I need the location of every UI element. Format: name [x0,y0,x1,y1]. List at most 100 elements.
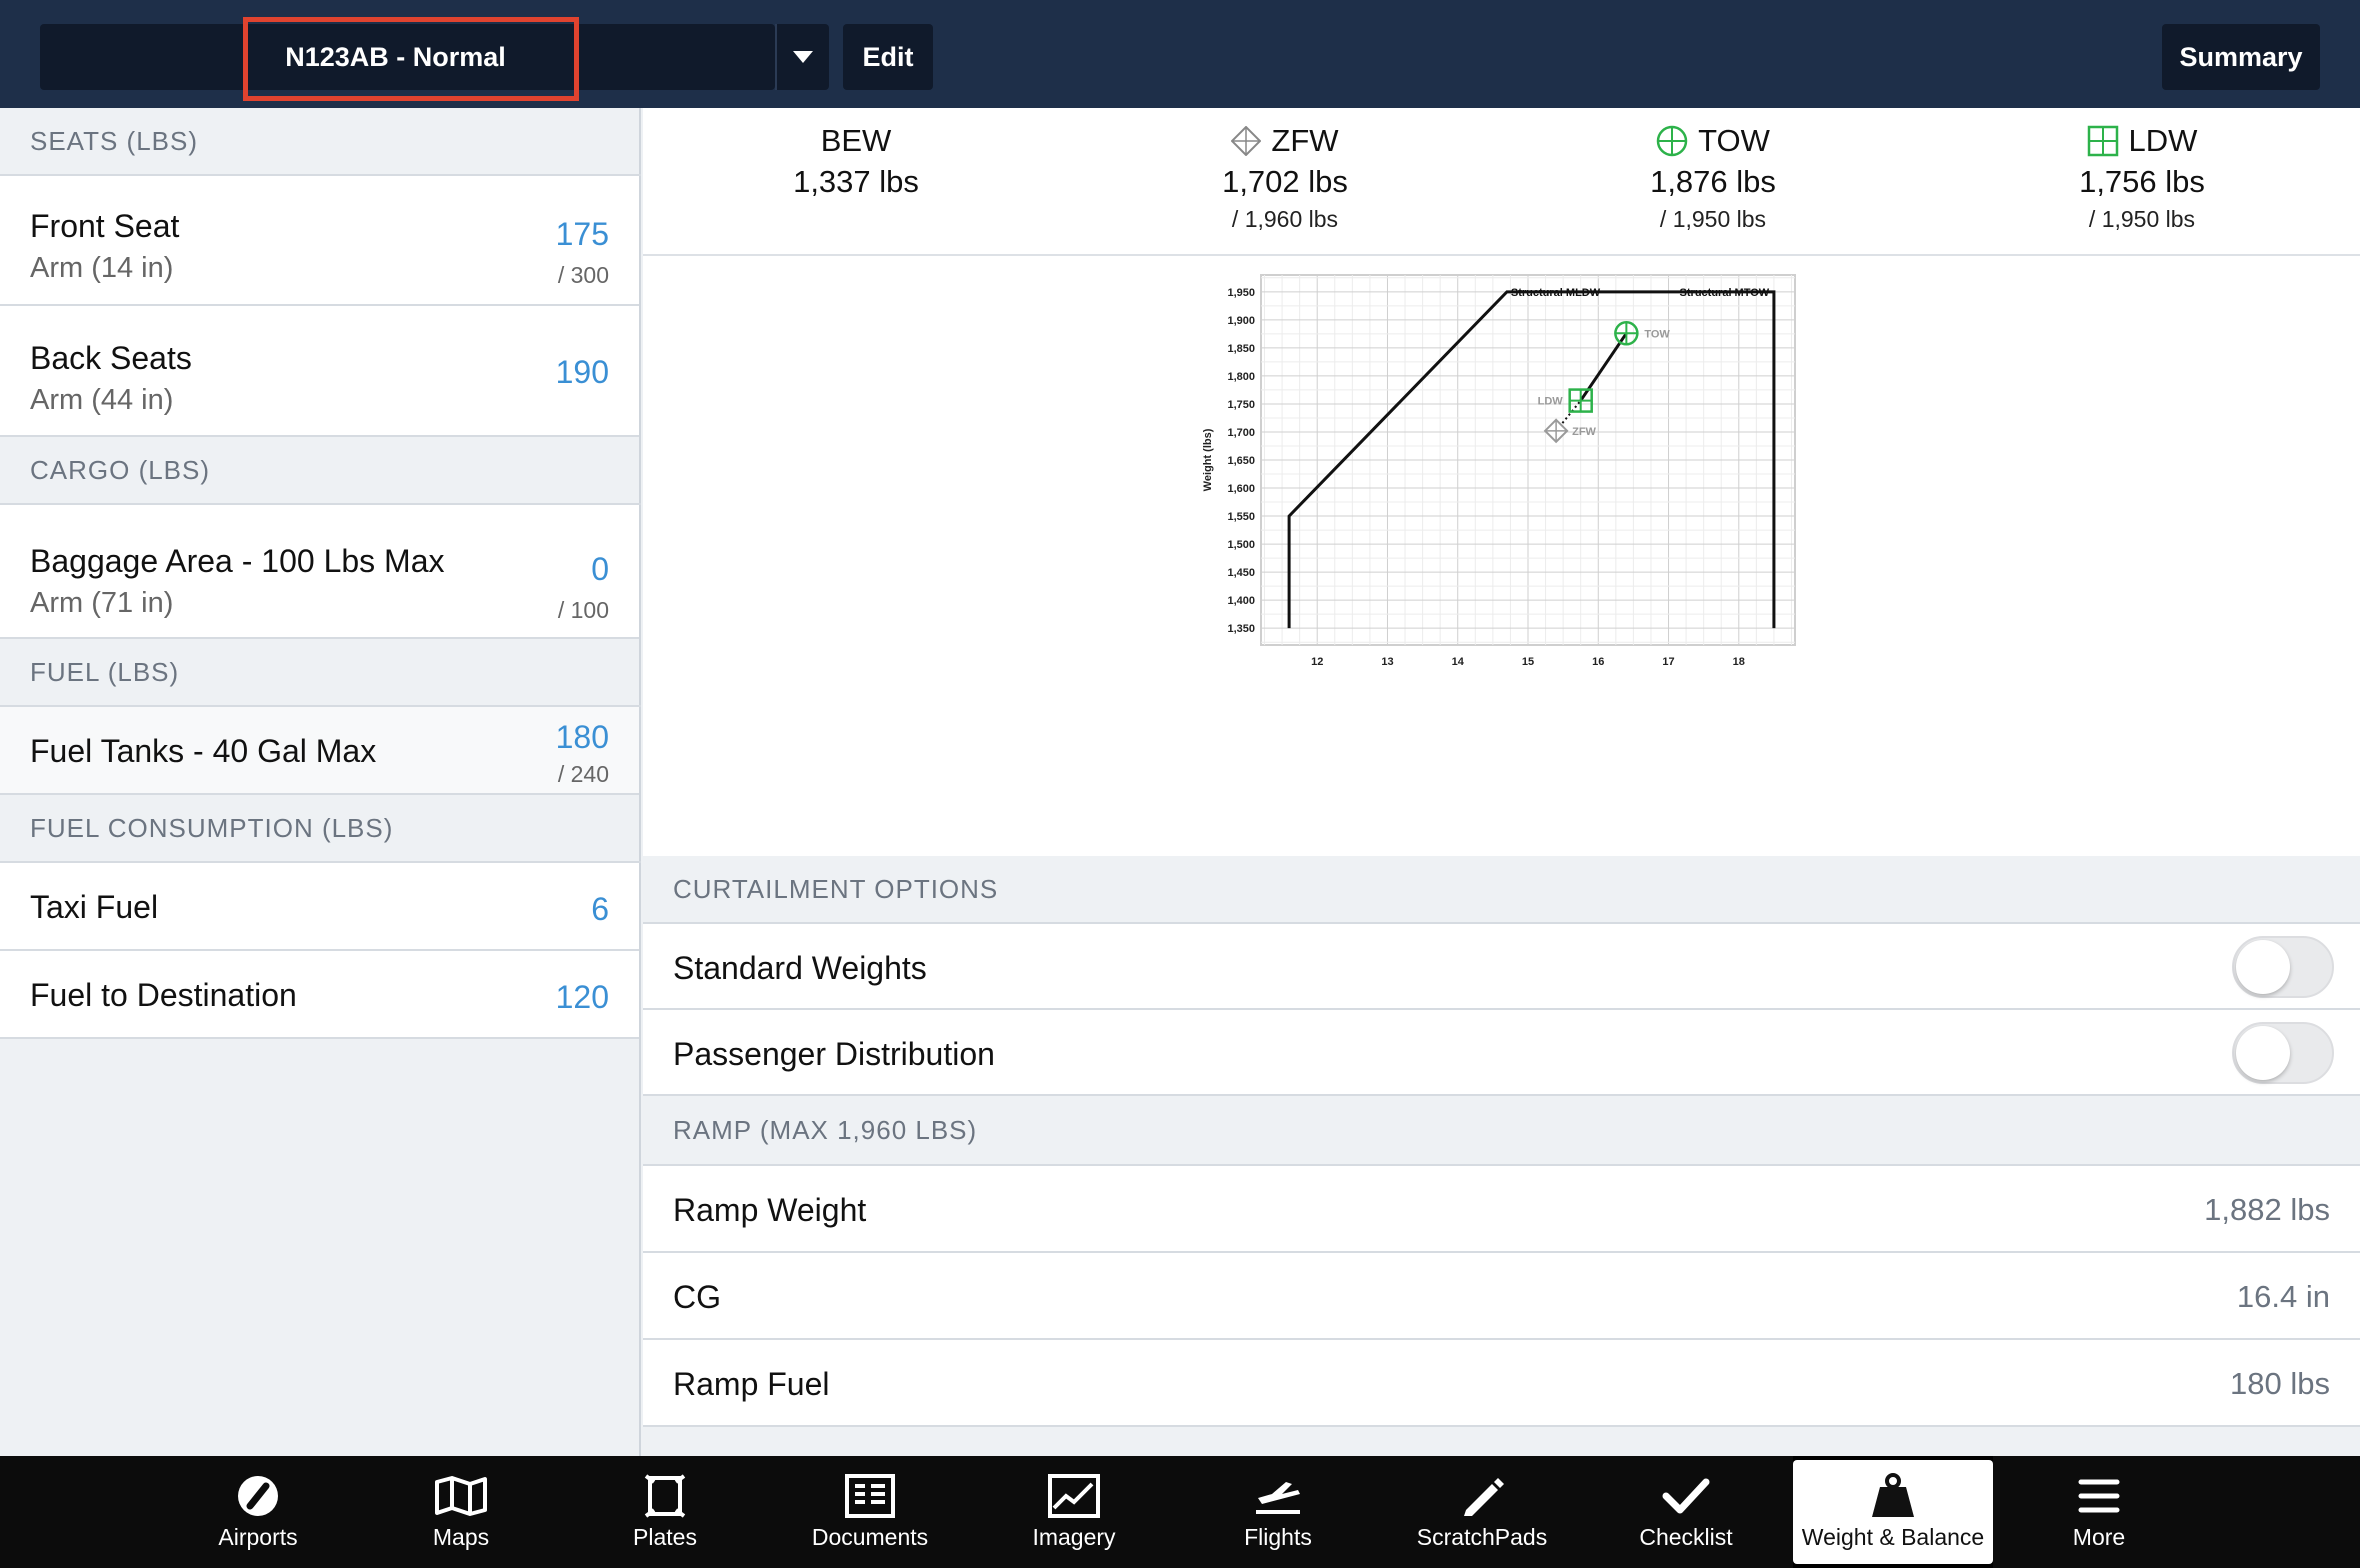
tab-weight-balance[interactable]: Weight & Balance [1793,1456,1993,1568]
ldw-value: 1,756 lbs [2079,164,2205,199]
y-axis-label: Weight (lbs) [1202,428,1214,491]
maps-icon [361,1466,561,1526]
ldw-square-icon [2087,125,2118,157]
front-seat-value[interactable]: 175 [556,216,609,253]
edit-button[interactable]: Edit [843,24,933,90]
ramp-weight-row: Ramp Weight 1,882 lbs [643,1166,2360,1253]
back-seats-value[interactable]: 190 [556,354,609,391]
back-seats-row[interactable]: Back Seats Arm (44 in) 190 [0,306,639,437]
checklist-icon [1586,1466,1786,1526]
bew-stat: BEW 1,337 lbs [706,122,1006,200]
ldw-point-label: LDW [1538,396,1564,408]
standard-weights-row: Standard Weights [643,924,2360,1010]
taxi-fuel-value[interactable]: 6 [591,891,609,928]
ldw-max: / 1,950 lbs [2088,206,2196,232]
tab-documents[interactable]: Documents [770,1456,970,1568]
weight-summary: BEW 1,337 lbs ZFW 1,702 lbs / 1,960 lbs … [643,108,2360,256]
results-panel: BEW 1,337 lbs ZFW 1,702 lbs / 1,960 lbs … [643,108,2360,1456]
fuel-tanks-max: / 240 [557,761,609,787]
tab-imagery[interactable]: Imagery [974,1456,1174,1568]
zfw-max: / 1,960 lbs [1231,206,1339,232]
fuel-to-destination-value[interactable]: 120 [556,979,609,1016]
fuel-to-destination-title: Fuel to Destination [30,977,297,1013]
y-tick-label: 1,400 [1227,595,1255,607]
x-tick-label: 15 [1522,656,1534,668]
tab-label: More [2072,1524,2126,1550]
tab-label: Plates [633,1524,697,1550]
y-tick-label: 1,950 [1227,287,1255,299]
fuel-tanks-value[interactable]: 180 [556,719,609,756]
ramp-fuel-label: Ramp Fuel [673,1366,830,1402]
weight-balance-icon [1793,1466,1993,1526]
fuel-tanks-row[interactable]: Fuel Tanks - 40 Gal Max 180 / 240 [0,707,639,795]
tab-label: ScratchPads [1416,1524,1548,1550]
zfw-diamond-icon [1231,126,1262,156]
fuel-to-destination-row[interactable]: Fuel to Destination 120 [0,951,639,1039]
baggage-row[interactable]: Baggage Area - 100 Lbs Max Arm (71 in) 0… [0,505,639,639]
profile-dropdown-button[interactable] [775,24,829,90]
baggage-max: / 100 [557,597,609,623]
bew-value: 1,337 lbs [793,164,919,199]
curtailment-header: CURTAILMENT OPTIONS [643,856,2360,924]
ramp-weight-label: Ramp Weight [673,1192,867,1228]
fuel-tanks-title: Fuel Tanks - 40 Gal Max [30,733,377,769]
y-tick-label: 1,850 [1227,343,1255,355]
summary-button[interactable]: Summary [2162,24,2320,90]
taxi-fuel-row[interactable]: Taxi Fuel 6 [0,863,639,951]
more-icon [1999,1466,2199,1526]
y-tick-label: 1,600 [1227,483,1255,495]
back-seats-arm: Arm (44 in) [30,384,174,416]
baggage-value[interactable]: 0 [591,551,609,588]
bottom-tab-bar: Airports Maps Plates Documents Imagery F… [0,1456,2360,1568]
zfw-label: ZFW [1271,123,1339,158]
standard-weights-toggle[interactable] [2232,936,2334,998]
y-tick-label: 1,350 [1227,623,1255,635]
y-tick-label: 1,700 [1227,427,1255,439]
toggle-knob [2236,1026,2290,1080]
cg-row: CG 16.4 in [643,1253,2360,1340]
y-tick-label: 1,750 [1227,399,1255,411]
structural-mldw-label: Structural MLDW [1511,287,1601,299]
ldw-label: LDW [2128,123,2198,158]
tab-label: Airports [218,1524,298,1550]
tow-max: / 1,950 lbs [1659,206,1767,232]
tow-value: 1,876 lbs [1650,164,1776,199]
top-bar: N123AB - Normal Edit Summary [0,0,2360,108]
cg-value: 16.4 in [2236,1279,2330,1314]
flights-icon [1178,1466,1378,1526]
documents-icon [770,1466,970,1526]
front-seat-row[interactable]: Front Seat Arm (14 in) 175 / 300 [0,176,639,306]
ramp-fuel-row: Ramp Fuel 180 lbs [643,1340,2360,1427]
y-tick-label: 1,800 [1227,371,1255,383]
airports-icon [158,1466,358,1526]
zfw-point-label: ZFW [1572,426,1596,438]
plates-icon [565,1466,765,1526]
back-seats-title: Back Seats [30,340,192,376]
cg-envelope-chart: 12 13 14 15 16 17 18 1,350 1,400 1,450 1,500 1,550 1… [643,258,2360,856]
bew-label: BEW [820,123,892,158]
front-seat-max: / 300 [557,262,609,288]
section-header-cargo: CARGO (LBS) [0,437,641,505]
tab-flights[interactable]: Flights [1178,1456,1378,1568]
imagery-icon [974,1466,1174,1526]
next-section-header-partial [643,1427,2360,1456]
tab-label: Documents [811,1524,929,1550]
y-tick-label: 1,450 [1227,567,1255,579]
tab-more[interactable]: More [1999,1456,2199,1568]
tab-label: Imagery [1032,1524,1116,1550]
tab-label: Maps [432,1524,490,1550]
x-tick-label: 12 [1311,656,1323,668]
loading-panel: SEATS (LBS) Front Seat Arm (14 in) 175 /… [0,108,641,1456]
tab-scratchpads[interactable]: ScratchPads [1382,1456,1582,1568]
section-header-fuel: FUEL (LBS) [0,639,641,707]
tow-label: TOW [1698,123,1770,158]
toggle-knob [2236,940,2290,994]
tab-maps[interactable]: Maps [361,1456,561,1568]
tab-checklist[interactable]: Checklist [1586,1456,1786,1568]
ramp-weight-value: 1,882 lbs [2204,1192,2330,1227]
tab-plates[interactable]: Plates [565,1456,765,1568]
x-tick-label: 18 [1733,656,1745,668]
passenger-distribution-toggle[interactable] [2232,1022,2334,1084]
zfw-stat: ZFW 1,702 lbs / 1,960 lbs [1135,122,1435,233]
tab-airports[interactable]: Airports [158,1456,358,1568]
